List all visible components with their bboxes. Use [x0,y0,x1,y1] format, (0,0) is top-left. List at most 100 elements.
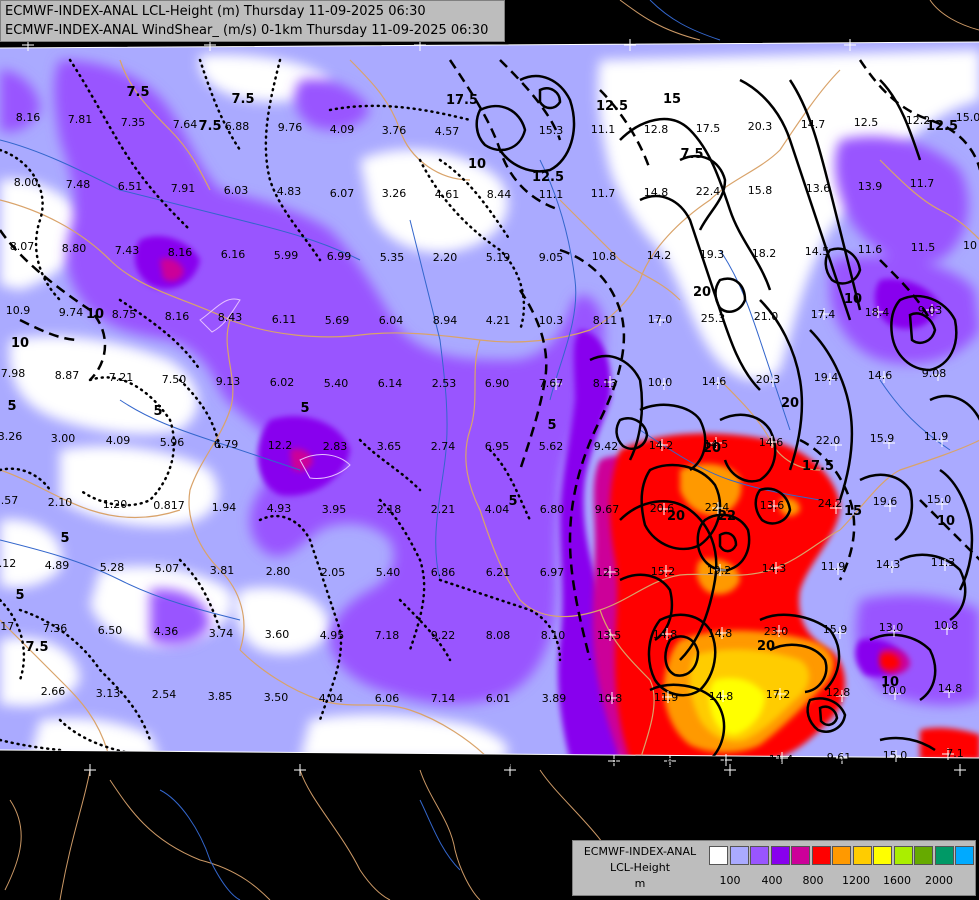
grid-point-value: 22.4 [705,501,730,514]
grid-point-value: 4.01 [430,758,455,771]
grid-point-value: 6.14 [378,377,403,390]
grid-point-value: 14.7 [801,118,826,131]
contour-label: 7.5 [231,92,254,107]
grid-point-value: 6.99 [327,250,352,263]
grid-point-value: 8.10 [541,629,566,642]
grid-point-value: 11.1 [539,188,564,201]
grid-point-value: 3.60 [265,628,290,641]
grid-point-value: 13.6 [806,182,831,195]
legend-swatch [873,846,892,865]
grid-point-value: 6.01 [486,692,511,705]
grid-point-value: 3.37 [600,757,625,770]
grid-point-value: 7.48 [66,178,91,191]
legend-swatch [709,846,728,865]
contour-label: 20 [757,639,775,654]
legend-swatch [832,846,851,865]
grid-point-value: 17.2 [766,688,791,701]
grid-point-value: 10.3 [539,314,564,327]
legend-swatch [934,846,954,865]
grid-point-value: 1.94 [212,501,237,514]
legend-swatch [750,846,769,865]
grid-point-value: 10.8 [598,692,623,705]
grid-point-value: 2.80 [266,565,291,578]
grid-point-value: 18.4 [865,306,890,319]
grid-point-value: 6.95 [485,440,510,453]
grid-point-value: 1.20 [103,498,128,511]
grid-point-value: 7.50 [162,373,187,386]
grid-point-value: 6.50 [98,624,123,637]
grid-point-value: 10.0 [882,684,907,697]
contour-label: 5 [508,494,517,509]
grid-point-value: 12.2 [906,114,931,127]
grid-point-value: 7.81 [68,113,93,126]
grid-point-value: 15.3 [539,124,564,137]
grid-point-value: 14.6 [868,369,893,382]
grid-point-value: 11.9 [821,560,846,573]
legend-tick-label: 1600 [883,874,911,887]
grid-point-value: 4.27 [261,756,286,769]
grid-point-value: 11.1 [591,123,616,136]
grid-point-value: 2.83 [323,440,348,453]
grid-point-value: 14.3 [876,558,901,571]
grid-point-value: 9.03 [918,304,943,317]
grid-point-value: 6.02 [270,376,295,389]
grid-point-value: 5.99 [274,249,299,262]
grid-point-value: 4.89 [45,559,70,572]
grid-point-value: 6.57 [92,751,117,764]
grid-point-value: 9.74 [59,306,84,319]
contour-label: 20 [693,285,711,300]
grid-point-value: 9.67 [595,503,620,516]
grid-point-value: 4.61 [435,188,460,201]
legend-title-parameter: LCL-Height [609,861,671,874]
legend-title-unit: m [634,877,646,890]
grid-point-value: 3.02 [543,758,568,771]
grid-point-value: 9.05 [539,251,564,264]
grid-point-value: 21.0 [754,310,779,323]
grid-point-value: 22.0 [816,434,841,447]
legend-title-model: ECMWF-INDEX-ANAL [583,845,697,858]
grid-point-value: 6.90 [485,377,510,390]
grid-point-value: 6.21 [486,566,511,579]
contour-label: 5 [547,418,556,433]
grid-point-value: 8.08 [486,629,511,642]
grid-point-value: 8.16 [16,111,41,124]
grid-point-value: 9.42 [594,440,619,453]
grid-point-value: 6.11 [272,313,297,326]
grid-point-value: 9.76 [278,121,303,134]
contour-label: 5 [153,404,162,419]
grid-point-value: 14.8 [644,186,669,199]
legend-tick-label: 800 [802,874,824,887]
contour-label: 17.5 [802,459,834,474]
grid-point-value: 6.03 [224,184,249,197]
grid-point-value: 7.64 [173,118,198,131]
grid-point-value: 5.44 [205,755,230,768]
grid-point-value: 7.36 [36,749,61,762]
contour-label: 5 [7,399,16,414]
grid-point-value: 19.3 [700,248,725,261]
grid-point-value: 6.07 [330,187,355,200]
grid-point-value: 19.6 [873,495,898,508]
contour-label: 10 [468,157,486,172]
grid-point-value: 4.59 [317,757,342,770]
grid-point-value: 2.53 [432,377,457,390]
grid-point-value: 5.69 [325,314,350,327]
grid-point-value: 11.5 [911,241,936,254]
grid-point-value: 11.3 [931,556,956,569]
title-line-lcl: ECMWF-INDEX-ANAL LCL-Height (m) Thursday… [5,4,426,19]
grid-point-value: 20.6 [650,502,675,515]
grid-point-value: 10.8 [934,619,959,632]
contour-label: 5 [60,531,69,546]
grid-point-value: 2.74 [431,440,456,453]
weather-map: 10 10 7.5 7.5 7.5 5 5 5 5 5 7.5 10 12.5 12.5 15 7.5 17.5… [0,0,979,900]
legend-tick-label: 100 [719,874,741,887]
grid-point-value: 6.51 [118,180,143,193]
grid-point-value: 11.6 [858,243,883,256]
grid-point-value: 13.5 [597,629,622,642]
grid-point-value: 7.67 [539,377,564,390]
legend-swatch [852,846,872,865]
legend-tick-label: 1200 [842,874,870,887]
grid-point-value: 6.77 [149,753,174,766]
grid-point-value: 4.95 [320,629,345,642]
grid-point-value: 2.21 [431,503,456,516]
legend-tick-label: 400 [761,874,783,887]
